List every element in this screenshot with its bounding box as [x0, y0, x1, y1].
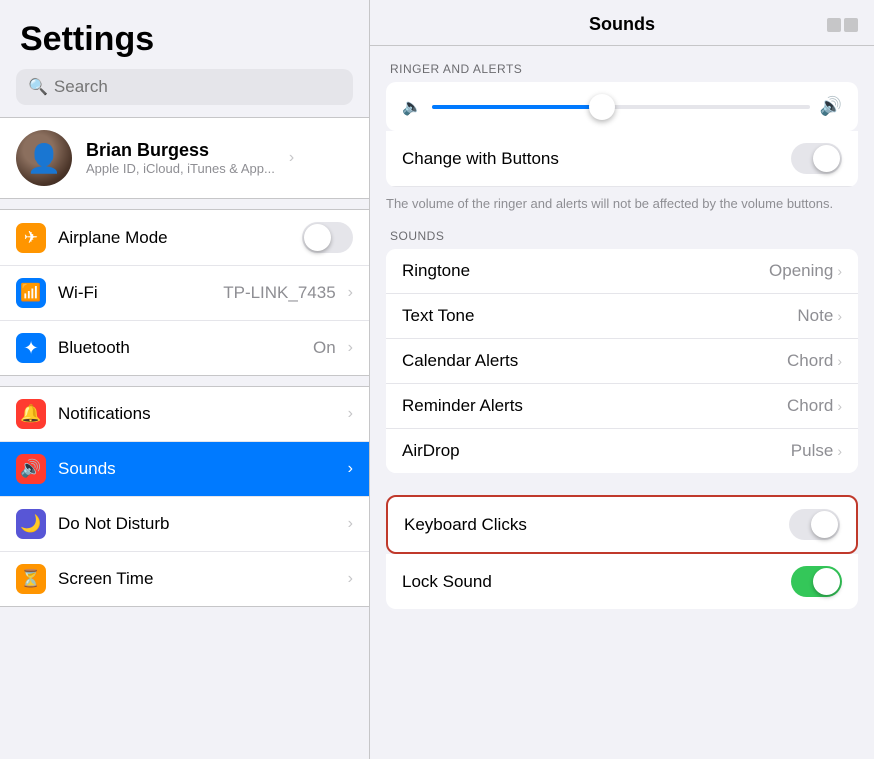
sounds-chevron: › — [348, 460, 353, 478]
sidebar-item-wifi[interactable]: 📶 Wi-Fi TP-LINK_7435 › — [0, 266, 369, 321]
search-input[interactable] — [54, 77, 341, 97]
reminder-alerts-chevron: › — [837, 398, 842, 414]
keyboard-clicks-label: Keyboard Clicks — [404, 515, 789, 535]
ringtone-label: Ringtone — [402, 261, 769, 281]
profile-section[interactable]: 👤 Brian Burgess Apple ID, iCloud, iTunes… — [0, 117, 369, 199]
reminder-alerts-value: Chord — [787, 396, 833, 416]
avatar-image: 👤 — [16, 130, 72, 186]
bluetooth-icon: ✦ — [16, 333, 46, 363]
volume-low-icon: 🔈 — [402, 97, 422, 117]
wifi-icon: 📶 — [16, 278, 46, 308]
lock-sound-label: Lock Sound — [402, 572, 791, 592]
search-icon: 🔍 — [28, 77, 48, 97]
sidebar-item-airplane-mode[interactable]: ✈ Airplane Mode — [0, 210, 369, 266]
profile-chevron: › — [289, 149, 294, 167]
settings-group-general: 🔔 Notifications › 🔊 Sounds › 🌙 Do Not Di… — [0, 386, 369, 607]
sounds-label: Sounds — [58, 459, 336, 479]
avatar: 👤 — [16, 130, 72, 186]
sidebar-item-bluetooth[interactable]: ✦ Bluetooth On › — [0, 321, 369, 375]
calendar-alerts-value: Chord — [787, 351, 833, 371]
volume-slider-fill — [432, 105, 602, 109]
calendar-alerts-row[interactable]: Calendar Alerts Chord › — [386, 339, 858, 384]
bottom-section: Keyboard Clicks Lock Sound — [370, 473, 874, 609]
ringtone-chevron: › — [837, 263, 842, 279]
airplane-mode-label: Airplane Mode — [58, 228, 290, 248]
ringer-card: Change with Buttons — [386, 131, 858, 187]
grid-icon[interactable] — [827, 18, 858, 32]
sidebar-item-screen-time[interactable]: ⏳ Screen Time › — [0, 552, 369, 606]
ringtone-value: Opening — [769, 261, 833, 281]
do-not-disturb-chevron: › — [348, 515, 353, 533]
sounds-icon: 🔊 — [16, 454, 46, 484]
sidebar-item-do-not-disturb[interactable]: 🌙 Do Not Disturb › — [0, 497, 369, 552]
airplane-mode-toggle[interactable] — [302, 222, 353, 253]
volume-slider-track[interactable] — [432, 105, 810, 109]
grid-dot-1 — [827, 18, 841, 32]
detail-content: RINGER AND ALERTS 🔈 🔊 Change with Button… — [370, 46, 874, 759]
sounds-card: Ringtone Opening › Text Tone Note › Cale… — [386, 249, 858, 473]
settings-group-connectivity: ✈ Airplane Mode 📶 Wi-Fi TP-LINK_7435 › ✦… — [0, 209, 369, 376]
sidebar: Settings 🔍 👤 Brian Burgess Apple ID, iCl… — [0, 0, 370, 759]
text-tone-label: Text Tone — [402, 306, 797, 326]
screen-time-icon: ⏳ — [16, 564, 46, 594]
wifi-label: Wi-Fi — [58, 283, 211, 303]
bluetooth-chevron: › — [348, 339, 353, 357]
screen-time-chevron: › — [348, 570, 353, 588]
notifications-chevron: › — [348, 405, 353, 423]
profile-info: Brian Burgess Apple ID, iCloud, iTunes &… — [86, 140, 275, 176]
sidebar-title: Settings — [0, 0, 369, 69]
volume-slider-row: 🔈 🔊 — [402, 96, 842, 117]
do-not-disturb-icon: 🌙 — [16, 509, 46, 539]
airdrop-chevron: › — [837, 443, 842, 459]
lock-sound-row[interactable]: Lock Sound — [386, 554, 858, 609]
ringer-section: 🔈 🔊 — [386, 82, 858, 131]
ringtone-row[interactable]: Ringtone Opening › — [386, 249, 858, 294]
bluetooth-value: On — [313, 338, 336, 358]
ringer-section-header: RINGER AND ALERTS — [370, 46, 874, 82]
notifications-icon: 🔔 — [16, 399, 46, 429]
volume-slider-thumb[interactable] — [589, 94, 615, 120]
wifi-chevron: › — [348, 284, 353, 302]
change-with-buttons-row[interactable]: Change with Buttons — [386, 131, 858, 187]
volume-high-icon: 🔊 — [820, 96, 842, 117]
detail-header: Sounds — [370, 0, 874, 46]
profile-name: Brian Burgess — [86, 140, 275, 161]
lock-sound-card: Lock Sound — [386, 554, 858, 609]
reminder-alerts-label: Reminder Alerts — [402, 396, 787, 416]
screen-time-label: Screen Time — [58, 569, 336, 589]
calendar-alerts-chevron: › — [837, 353, 842, 369]
keyboard-clicks-row[interactable]: Keyboard Clicks — [386, 495, 858, 554]
change-with-buttons-label: Change with Buttons — [402, 149, 791, 169]
lock-sound-toggle[interactable] — [791, 566, 842, 597]
detail-panel: Sounds RINGER AND ALERTS 🔈 🔊 Change with… — [370, 0, 874, 759]
wifi-value: TP-LINK_7435 — [223, 283, 335, 303]
sounds-section-header: SOUNDS — [370, 213, 874, 249]
keyboard-clicks-toggle[interactable] — [789, 509, 840, 540]
bluetooth-label: Bluetooth — [58, 338, 301, 358]
ringer-info-text: The volume of the ringer and alerts will… — [370, 187, 874, 213]
text-tone-chevron: › — [837, 308, 842, 324]
profile-subtitle: Apple ID, iCloud, iTunes & App... — [86, 161, 275, 176]
detail-title: Sounds — [589, 14, 655, 35]
text-tone-value: Note — [797, 306, 833, 326]
calendar-alerts-label: Calendar Alerts — [402, 351, 787, 371]
change-with-buttons-toggle[interactable] — [791, 143, 842, 174]
airdrop-value: Pulse — [791, 441, 834, 461]
airplane-mode-icon: ✈ — [16, 223, 46, 253]
reminder-alerts-row[interactable]: Reminder Alerts Chord › — [386, 384, 858, 429]
sidebar-item-sounds[interactable]: 🔊 Sounds › — [0, 442, 369, 497]
airdrop-row[interactable]: AirDrop Pulse › — [386, 429, 858, 473]
notifications-label: Notifications — [58, 404, 336, 424]
do-not-disturb-label: Do Not Disturb — [58, 514, 336, 534]
sidebar-item-notifications[interactable]: 🔔 Notifications › — [0, 387, 369, 442]
text-tone-row[interactable]: Text Tone Note › — [386, 294, 858, 339]
airdrop-label: AirDrop — [402, 441, 791, 461]
search-bar[interactable]: 🔍 — [16, 69, 353, 105]
grid-dot-2 — [844, 18, 858, 32]
